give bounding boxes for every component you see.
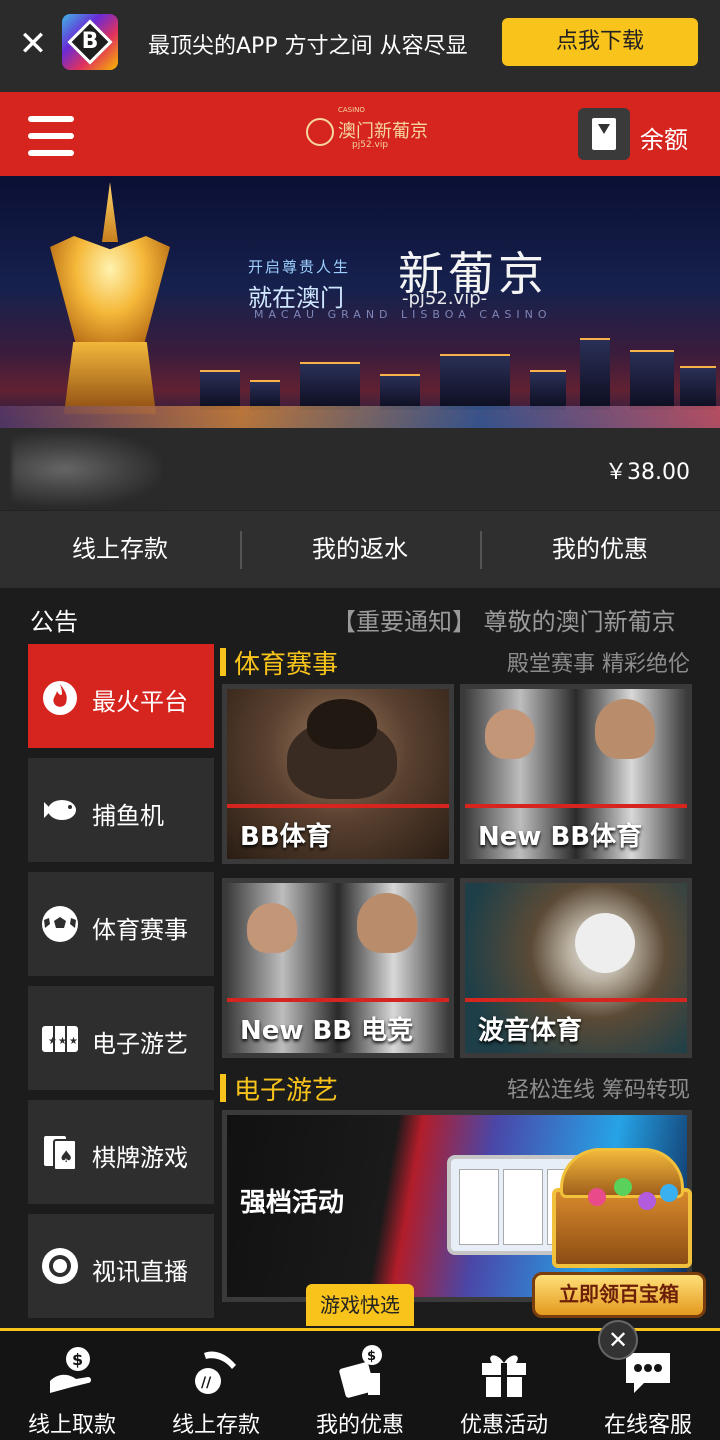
nav-label: 我的优惠 <box>315 1413 404 1438</box>
svg-text:★: ★ <box>58 1036 67 1047</box>
slot-machine-icon: ★ ★ ★ <box>42 1026 78 1052</box>
svg-text:★: ★ <box>48 1036 57 1047</box>
water-reflection <box>0 406 720 428</box>
app-logo: B <box>62 14 118 70</box>
sidebar-item-label: 最火平台 <box>92 688 188 716</box>
grand-lisboa-tower-image <box>36 182 186 422</box>
blurred-username <box>12 432 162 506</box>
sidebar-item-label: 棋牌游戏 <box>92 1144 188 1172</box>
game-quick-select-button[interactable]: 游戏快选 <box>306 1284 414 1326</box>
promo-label: 强档活动 <box>240 1188 345 1218</box>
hamburger-menu-icon[interactable] <box>28 116 74 156</box>
user-balance-strip: ￥38.00 <box>0 428 720 510</box>
game-card-new-bb-sports[interactable]: New BB体育 <box>460 684 692 864</box>
banner-english: MACAU GRAND LISBOA CASINO <box>254 308 552 321</box>
sidebar-item-label: 电子游艺 <box>92 1030 188 1058</box>
game-card-bb-sports[interactable]: BB体育 <box>222 684 454 864</box>
slots-section-header: 电子游艺 轻松连线 筹码转现 <box>220 1070 692 1106</box>
section-tags: 殿堂赛事 精彩绝伦 <box>507 652 690 677</box>
casino-chip-icon <box>42 1248 78 1284</box>
sidebar-item-hot[interactable]: 最火平台 <box>28 644 214 748</box>
nav-label: 优惠活动 <box>459 1413 548 1438</box>
nav-customer-service[interactable]: 在线客服 <box>576 1331 720 1440</box>
nav-deposit[interactable]: // 线上存款 <box>144 1331 288 1440</box>
user-balance-amount: ￥38.00 <box>605 460 690 485</box>
sidebar-item-label: 视讯直播 <box>92 1258 188 1286</box>
download-tagline: 最顶尖的APP 方寸之间 从容尽显 <box>148 34 468 59</box>
sidebar-item-live[interactable]: 视讯直播 <box>28 1214 214 1318</box>
nav-withdraw[interactable]: $ 线上取款 <box>0 1331 144 1440</box>
brand-url: pj52.vip <box>352 140 389 150</box>
sidebar-item-fishing[interactable]: 捕鱼机 <box>28 758 214 862</box>
announcement-bar[interactable]: 公告 【重要通知】 尊敬的澳门新葡京 <box>0 588 720 644</box>
nav-my-offers[interactable]: $ 我的优惠 <box>288 1331 432 1440</box>
card-label: 波音体育 <box>478 1016 583 1046</box>
nav-promotions[interactable]: 优惠活动 <box>432 1331 576 1440</box>
brand-small-text: CASINO <box>338 106 365 114</box>
fish-icon <box>44 800 76 820</box>
coupon-icon: $ <box>339 1345 382 1398</box>
svg-text://: // <box>201 1375 212 1391</box>
withdraw-icon: $ <box>50 1347 91 1393</box>
gift-icon <box>482 1355 526 1397</box>
sidebar-item-label: 体育赛事 <box>92 916 188 944</box>
brand-logo[interactable]: CASINO 澳门新葡京 pj52.vip <box>300 106 428 154</box>
svg-text:★: ★ <box>69 1036 78 1047</box>
announcement-marquee: 【重要通知】 尊敬的澳门新葡京 <box>332 608 676 636</box>
wallet-download-icon[interactable] <box>578 108 630 160</box>
quick-rebate[interactable]: 我的返水 <box>240 511 480 589</box>
deposit-icon: // <box>195 1351 236 1394</box>
soccer-ball-icon <box>42 906 78 942</box>
game-card-new-bb-esports[interactable]: New BB 电竞 <box>222 878 454 1058</box>
section-title: 电子游艺 <box>234 1076 339 1106</box>
sidebar-item-sports[interactable]: 体育赛事 <box>28 872 214 976</box>
fire-icon <box>43 681 77 715</box>
announcement-label: 公告 <box>30 608 78 636</box>
download-button[interactable]: 点我下载 <box>502 18 698 66</box>
banner-url: -pj52.vip- <box>402 288 488 309</box>
section-tags: 轻松连线 筹码转现 <box>507 1078 690 1103</box>
sidebar-item-slots[interactable]: ★ ★ ★ 电子游艺 <box>28 986 214 1090</box>
nav-label: 线上存款 <box>171 1413 260 1438</box>
svg-text:$: $ <box>367 1349 376 1364</box>
svg-text:♠: ♠ <box>59 1147 73 1166</box>
close-icon[interactable]: ✕ <box>16 24 50 64</box>
hero-banner[interactable]: 开启尊贵人生 就在澳门 新葡京 -pj52.vip- MACAU GRAND L… <box>0 176 720 428</box>
game-card-boyin-sports[interactable]: 波音体育 <box>460 878 692 1058</box>
quick-my-offers[interactable]: 我的优惠 <box>480 511 720 589</box>
app-download-bar: ✕ B 最顶尖的APP 方寸之间 从容尽显 点我下载 <box>0 0 720 92</box>
svg-text:$: $ <box>72 1350 83 1369</box>
balance-label[interactable]: 余额 <box>640 120 688 155</box>
lotus-emblem-icon <box>306 118 334 146</box>
treasure-chest-image[interactable] <box>540 1148 710 1268</box>
cards-icon: ♠ <box>44 1136 77 1171</box>
top-header: CASINO 澳门新葡京 pj52.vip 余额 <box>0 92 720 176</box>
close-icon[interactable]: ✕ <box>598 1320 638 1360</box>
quick-actions: 线上存款 我的返水 我的优惠 <box>0 510 720 588</box>
nav-label: 线上取款 <box>27 1413 116 1438</box>
sidebar-item-label: 捕鱼机 <box>92 802 164 830</box>
claim-treasure-button[interactable]: 立即领百宝箱 <box>532 1272 706 1318</box>
nav-label: 在线客服 <box>603 1413 692 1438</box>
banner-kicker: 开启尊贵人生 <box>248 258 351 276</box>
sidebar-item-cards[interactable]: ♠ 棋牌游戏 <box>28 1100 214 1204</box>
section-title: 体育赛事 <box>234 650 339 680</box>
card-label: New BB 电竞 <box>240 1016 414 1046</box>
card-label: BB体育 <box>240 822 332 852</box>
card-label: New BB体育 <box>478 822 643 852</box>
sports-section-header: 体育赛事 殿堂赛事 精彩绝伦 <box>220 644 692 680</box>
city-skyline-image <box>180 320 720 410</box>
quick-deposit[interactable]: 线上存款 <box>0 511 240 589</box>
